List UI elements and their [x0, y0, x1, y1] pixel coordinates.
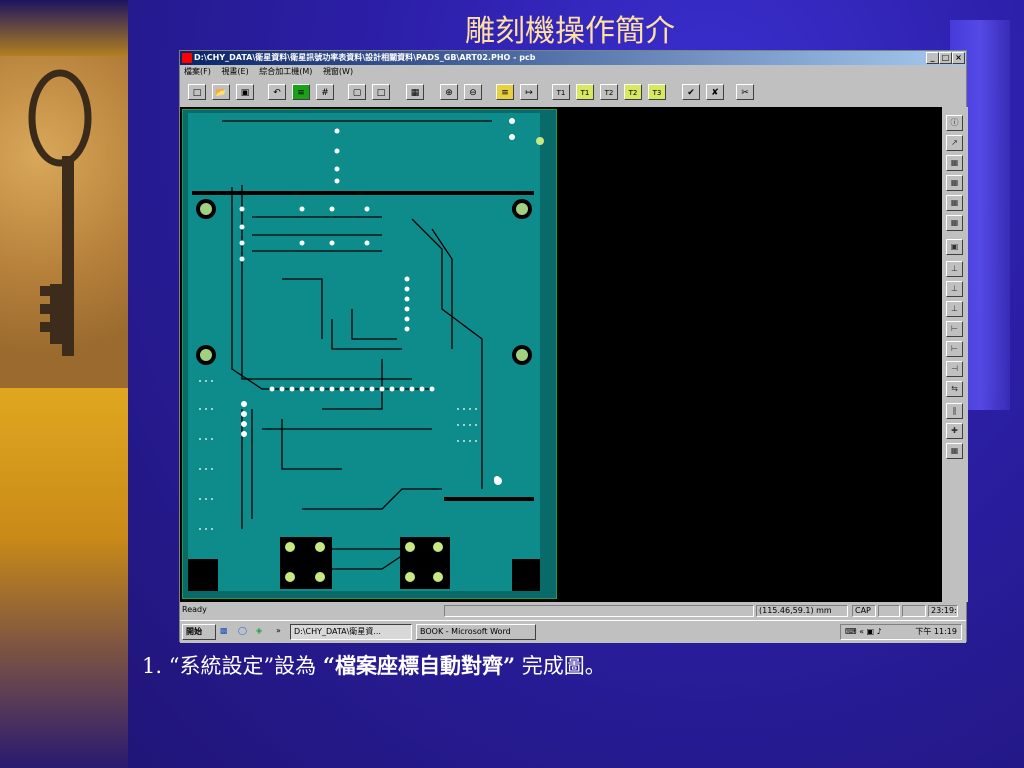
menu-window[interactable]: 視窗(W)	[323, 67, 353, 76]
quicklaunch-ie-icon[interactable]: ◯	[238, 624, 256, 640]
pattern-1-icon[interactable]: ▦	[946, 155, 963, 171]
status-coordinates: (115.46,59.1) mm	[756, 605, 848, 617]
status-message-panel	[444, 605, 754, 617]
status-scroll-panel	[902, 605, 926, 617]
layer-green-icon[interactable]: ≡	[292, 84, 310, 100]
zoom-window-icon[interactable]: □	[372, 84, 390, 100]
align-right-icon[interactable]: ⊣	[946, 361, 963, 377]
status-num-panel	[878, 605, 900, 617]
measure-icon[interactable]: ↦	[520, 84, 538, 100]
system-tray: ⌨ « ▣ ♪ 下午 11:19	[840, 624, 962, 640]
task-pcb-window[interactable]: D:\CHY_DATA\衛星資...	[290, 624, 412, 640]
open-folder-icon[interactable]: 📂	[212, 84, 230, 100]
zoom-in-icon[interactable]: ⊕	[440, 84, 458, 100]
tool-t2-icon[interactable]: T2	[600, 84, 618, 100]
align-middle-icon[interactable]: ⊥	[946, 281, 963, 297]
grid-icon[interactable]: #	[316, 84, 334, 100]
caption-bold: “檔案座標自動對齊”	[322, 653, 516, 678]
tray-clock: 下午 11:19	[915, 627, 957, 636]
undo-icon[interactable]: ↶	[268, 84, 286, 100]
align-left-icon[interactable]: ⊢	[946, 321, 963, 337]
tool-t1-icon[interactable]: T1	[552, 84, 570, 100]
antique-key-image	[0, 56, 128, 388]
cursor-icon[interactable]: ↗	[946, 135, 963, 151]
align-top-icon[interactable]: ⊥	[946, 261, 963, 277]
close-button[interactable]: ×	[952, 52, 965, 64]
caption-prefix: 1. “系統設定”設為	[142, 654, 317, 678]
caption-suffix: 完成圖。	[521, 654, 606, 678]
layer-select-icon[interactable]: ≡	[496, 84, 514, 100]
align-center-icon[interactable]: ⊢	[946, 341, 963, 357]
minimize-button[interactable]: _	[926, 52, 939, 64]
pattern-2-icon[interactable]: ▦	[946, 175, 963, 191]
pattern-3-icon[interactable]: ▦	[946, 195, 963, 211]
grid-snap-icon[interactable]: ▦	[946, 443, 963, 459]
maximize-button[interactable]: □	[939, 52, 952, 64]
tool-t2-color-icon[interactable]: T2	[624, 84, 642, 100]
slide-title: 雕刻機操作簡介	[465, 14, 675, 49]
calculator-icon[interactable]: ▦	[406, 84, 424, 100]
start-button[interactable]: 開始	[182, 624, 216, 640]
tray-volume-icon[interactable]: ♪	[877, 627, 882, 636]
pcb-board	[182, 109, 557, 599]
align-bottom-icon[interactable]: ⊥	[946, 301, 963, 317]
pcb-canvas[interactable]	[180, 107, 942, 602]
mirror-icon[interactable]: ∥	[946, 403, 963, 419]
menu-view[interactable]: 視畫(E)	[221, 67, 248, 76]
zoom-box-icon[interactable]: ▢	[348, 84, 366, 100]
move-icon[interactable]: ✚	[946, 423, 963, 439]
menu-machining[interactable]: 綜合加工機(M)	[259, 67, 312, 76]
status-ready: Ready	[182, 605, 207, 614]
save-icon[interactable]: ▣	[236, 84, 254, 100]
drill-icon[interactable]: ✔	[682, 84, 700, 100]
pattern-4-icon[interactable]: ▦	[946, 215, 963, 231]
tool-t1-color-icon[interactable]: T1	[576, 84, 594, 100]
app-window: D:\CHY_DATA\衛星資料\衛星訊號功率表資料\設計相關資料\PADS_G…	[179, 50, 968, 643]
quicklaunch-more[interactable]: »	[276, 624, 288, 640]
route-icon[interactable]: ✘	[706, 84, 724, 100]
tray-ime-icon[interactable]: ⌨	[845, 627, 857, 636]
quicklaunch-desktop-icon[interactable]: ▩	[220, 624, 238, 640]
status-bar: Ready (115.46,59.1) mm CAP 23:19:	[180, 604, 966, 618]
tool-t3-color-icon[interactable]: T3	[648, 84, 666, 100]
quicklaunch-outlook-icon[interactable]: ◈	[256, 624, 274, 640]
display-icon[interactable]: ▣	[946, 239, 963, 255]
zoom-out-icon[interactable]: ⊖	[464, 84, 482, 100]
slide-caption: 1. “系統設定”設為 “檔案座標自動對齊” 完成圖。	[142, 650, 606, 680]
flip-icon[interactable]: ⇆	[946, 381, 963, 397]
menubar: 檔案(F) 視畫(E) 綜合加工機(M) 視窗(W)	[180, 65, 966, 79]
cut-icon[interactable]: ✂	[736, 84, 754, 100]
window-titlebar[interactable]: D:\CHY_DATA\衛星資料\衛星訊號功率表資料\設計相關資料\PADS_G…	[180, 51, 966, 65]
toolbar: □ 📂 ▣ ↶ ≡ # ▢ □ ▦ ⊕ ⊖ ≡ ↦ T1 T1 T2 T2 T3…	[180, 81, 966, 105]
status-time: 23:19:	[928, 605, 958, 617]
info-icon[interactable]: ⓘ	[946, 115, 963, 131]
task-word-window[interactable]: BOOK - Microsoft Word	[416, 624, 536, 640]
taskbar: 開始 ▩ ◯ ◈ » D:\CHY_DATA\衛星資... BOOK - Mic…	[180, 620, 966, 643]
menu-file[interactable]: 檔案(F)	[184, 67, 211, 76]
new-file-icon[interactable]: □	[188, 84, 206, 100]
status-caps: CAP	[852, 605, 876, 617]
tray-network-icon[interactable]: ▣	[867, 627, 875, 636]
window-title: D:\CHY_DATA\衛星資料\衛星訊號功率表資料\設計相關資料\PADS_G…	[194, 53, 536, 62]
app-icon	[182, 53, 192, 63]
right-toolbar: ⓘ ↗ ▦ ▦ ▦ ▦ ▣ ⊥ ⊥ ⊥ ⊢ ⊢ ⊣ ⇆ ∥ ✚ ▦	[942, 107, 968, 602]
tray-more[interactable]: «	[859, 627, 864, 636]
